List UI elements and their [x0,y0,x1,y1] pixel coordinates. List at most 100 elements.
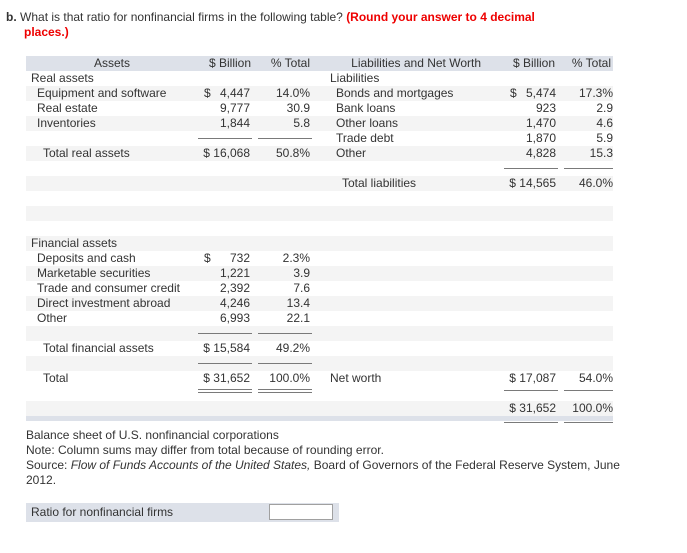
asset-value: 4,246 [219,296,250,310]
asset-pct: 2.3% [282,251,310,265]
header-assets: Assets [93,56,130,70]
question-body: What is that ratio for nonfinancial firm… [20,10,343,24]
liability-pct: 4.6 [596,116,613,130]
rounding-hint: (Round your answer to 4 decimal [346,10,535,24]
asset-value: 4,447 [219,86,250,100]
total-liabilities-value: $ 14,565 [509,176,556,190]
liability-label: Bonds and mortgages [336,86,454,100]
total-liabilities-pct: 46.0% [578,176,613,190]
liability-label: Trade debt [336,131,394,145]
table-row [26,356,613,371]
underline [504,168,558,169]
total-real-assets-label: Total real assets [43,146,130,160]
asset-label: Inventories [37,116,96,130]
total-real-assets-value: $ 16,068 [203,146,250,160]
total-liabilities-label: Total liabilities [342,176,417,190]
asset-pct: 22.1 [286,311,310,325]
total-real-assets-pct: 50.8% [275,146,310,160]
table-row: Total financial assets $ 15,584 49.2% [26,341,613,356]
table-row [26,161,613,176]
balance-sheet-table: Assets $ Billion % Total Liabilities and… [26,56,613,431]
table-footer-bar [26,416,613,421]
table-row: Financial assets [26,236,613,251]
table-row: Other 6,993 22.1 [26,311,613,326]
section-title-real-assets: Real assets [31,71,94,85]
answer-row: Ratio for nonfinancial firms [26,503,339,522]
header-liab-billion: $ Billion [512,56,555,70]
section-title-financial-assets: Financial assets [31,236,118,250]
table-row: Marketable securities 1,221 3.9 [26,266,613,281]
asset-label: Direct investment abroad [37,296,171,310]
asset-value: 1,221 [219,266,250,280]
liability-value: 5,474 [525,86,556,100]
asset-pct: 14.0% [275,86,310,100]
total-financial-assets-label: Total financial assets [43,341,154,355]
underline [258,138,312,139]
liability-pct: 2.9 [596,101,613,115]
liability-value: 1,870 [525,131,556,145]
header-assets-pct: % Total [270,56,310,70]
table-row: Total $ 31,652 100.0% Net worth $ 17,087… [26,371,613,386]
asset-value: 2,392 [219,281,250,295]
asset-pct: 5.8 [293,116,310,130]
ratio-answer-input[interactable] [269,504,333,520]
table-row [26,191,613,206]
asset-value: 1,844 [219,116,250,130]
liability-label: Other [336,146,367,160]
underline [564,168,613,169]
underline [504,390,558,391]
underline [564,390,613,391]
liability-label: Other loans [336,116,399,130]
header-assets-billion: $ Billion [208,56,251,70]
asset-label: Marketable securities [37,266,151,280]
answer-label: Ratio for nonfinancial firms [31,505,174,519]
asset-label: Deposits and cash [37,251,136,265]
asset-label: Equipment and software [37,86,167,100]
double-underline [564,422,613,423]
liability-pct: 15.3 [589,146,613,160]
net-worth-value: $ 17,087 [509,371,556,385]
double-underline [198,392,252,393]
total-liab-networth-pct: 100.0% [572,401,613,415]
table-row: Trade debt 1,870 5.9 [26,131,613,146]
table-row [26,326,613,341]
asset-label: Other [37,311,68,325]
asset-pct: 13.4 [286,296,310,310]
liability-pct: 5.9 [596,131,613,145]
net-worth-pct: 54.0% [578,371,613,385]
liability-value: 923 [535,101,556,115]
source-note: Source: Flow of Funds Accounts of the Un… [26,458,636,488]
underline [198,138,252,139]
asset-label: Trade and consumer credit [37,281,180,295]
question-number: b. [6,10,17,24]
table-row: Deposits and cash $ 732 2.3% [26,251,613,266]
source-title: Flow of Funds Accounts of the United Sta… [70,458,311,472]
table-row [26,206,613,221]
asset-value: 732 [229,251,250,265]
asset-pct: 3.9 [293,266,310,280]
rounding-hint-cont: places.) [24,25,69,39]
table-row: Trade and consumer credit 2,392 7.6 [26,281,613,296]
double-underline [198,389,252,390]
underline [198,363,252,364]
table-row [26,386,613,401]
table-header: Assets $ Billion % Total Liabilities and… [26,56,613,71]
rounding-note: Note: Column sums may differ from total … [26,443,384,457]
liability-pct: 17.3% [578,86,613,100]
total-financial-assets-pct: 49.2% [275,341,310,355]
asset-label: Real estate [37,101,98,115]
liability-value: 4,828 [525,146,556,160]
liability-value: 1,470 [525,116,556,130]
header-liab-pct: % Total [571,56,611,70]
total-financial-assets-value: $ 15,584 [203,341,250,355]
underline [258,333,312,334]
section-title-liabilities: Liabilities [330,71,380,85]
table-row: Total real assets $ 16,068 50.8% Other 4… [26,146,613,161]
table-row: Real assets Liabilities [26,71,613,86]
table-row: Equipment and software $ 4,447 14.0% Bon… [26,86,613,101]
double-underline [258,389,312,390]
source-prefix: Source: [26,458,71,472]
table-notes: Balance sheet of U.S. nonfinancial corpo… [26,428,636,488]
table-row [26,221,613,236]
asset-value: 6,993 [219,311,250,325]
